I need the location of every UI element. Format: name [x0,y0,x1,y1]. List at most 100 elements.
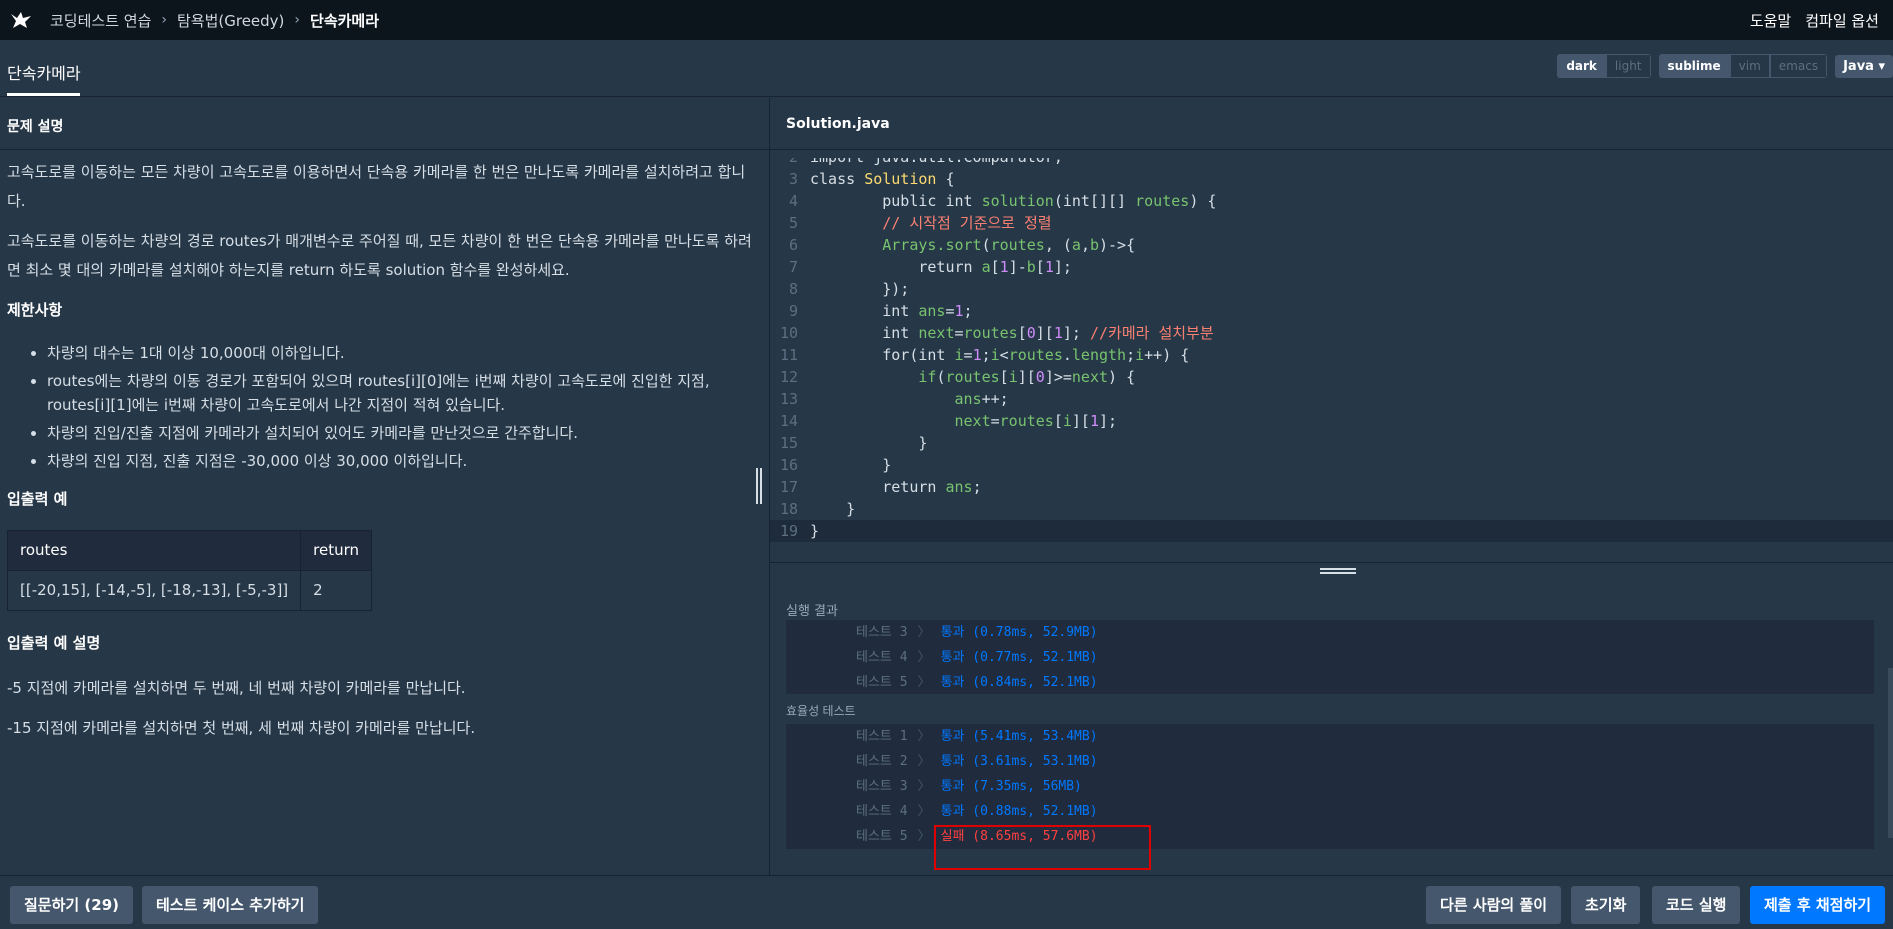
chevron-right-icon: 〉 [917,729,931,744]
theme-toggle: dark light [1557,54,1651,78]
line-number: 11 [779,346,798,364]
result-label: 테스트 3 [856,779,908,794]
code-line: 14 next = routes[i][1]; [770,410,1893,432]
language-label: Java [1843,58,1874,74]
breadcrumb-item-greedy[interactable]: 탐욕법(Greedy) [177,10,284,31]
file-name: Solution.java [770,98,1893,150]
result-label: 테스트 3 [856,625,908,640]
tab-bar: 단속카메라 dark light sublime vim emacs Java … [0,40,1893,97]
reset-button[interactable]: 초기화 [1571,886,1641,924]
line-number: 17 [779,478,798,496]
code-line: 12 if(routes[i][0]>= next) { [770,366,1893,388]
language-select[interactable]: Java ▾ [1835,54,1893,78]
line-number: 16 [779,456,798,474]
code-line: 4 public int solution (int[][] routes) { [770,190,1893,212]
result-label: 테스트 2 [856,754,908,769]
keymap-emacs-option[interactable]: emacs [1769,54,1828,78]
constraint-item: 차량의 대수는 1대 이상 10,000대 이하입니다. [47,341,763,365]
result-label: 테스트 4 [856,804,908,819]
chevron-right-icon: 〉 [917,675,931,690]
editor-panel: Solution.java 2import java.util.Comparat… [770,98,1893,875]
line-number: 4 [788,192,798,210]
result-value: 통과 (0.88ms, 52.1MB) [940,804,1098,819]
logo-icon[interactable] [8,9,34,31]
compile-options-link[interactable]: 컴파일 옵션 [1805,10,1879,31]
code-line: 8 }); [770,278,1893,300]
code-line: 17 return ans; [770,476,1893,498]
breadcrumb-item-coding-test[interactable]: 코딩테스트 연습 [50,10,151,31]
code-line: 13 ans ++; [770,388,1893,410]
examples-table: routes return [[-20,15], [-14,-5], [-18,… [6,530,373,611]
result-value: 통과 (0.77ms, 52.1MB) [940,650,1098,665]
keymap-vim-option[interactable]: vim [1729,54,1770,78]
problem-paragraph-1: 고속도로를 이동하는 모든 차량이 고속도로를 이용하면서 단속용 카메라를 한… [7,163,746,210]
horizontal-splitter[interactable] [770,562,1893,563]
vertical-resize-handle-icon[interactable] [756,468,766,504]
theme-dark-option[interactable]: dark [1557,54,1606,78]
result-label: 테스트 5 [856,675,908,690]
horizontal-resize-handle-icon[interactable] [1320,568,1356,578]
run-code-button[interactable]: 코드 실행 [1652,886,1741,924]
table-row: [[-20,15], [-14,-5], [-18,-13], [-5,-3]]… [6,570,373,611]
line-number: 15 [779,434,798,452]
problem-paragraph-2: 고속도로를 이동하는 차량의 경로 routes가 매개변수로 주어질 때, 모… [7,232,752,279]
code-line: 11 for(int i = 1; i < routes. length; i ++) { [770,344,1893,366]
results-scrollbar[interactable] [1888,668,1893,838]
result-row: 테스트 1 〉 통과 (5.41ms, 53.4MB) [786,724,1874,749]
code-line-current: 19} [770,520,1893,542]
ask-question-button[interactable]: 질문하기 (29) [10,886,134,924]
result-label: 테스트 1 [856,729,908,744]
result-value: 통과 (0.84ms, 52.1MB) [940,675,1098,690]
chevron-right-icon: › [161,12,167,28]
table-header-return: return [300,530,373,571]
line-number: 9 [788,302,798,320]
result-label: 테스트 5 [856,829,908,844]
constraint-item: 차량의 진입/진출 지점에 카메라가 설치되어 있어도 카메라를 만난것으로 간… [47,421,763,445]
result-value: 통과 (7.35ms, 56MB) [940,779,1082,794]
code-line: 5 // 시작점 기준으로 정렬 [770,212,1893,234]
bottom-bar: 질문하기 (29) 테스트 케이스 추가하기 다른 사람의 풀이 초기화 코드 … [0,875,1893,929]
code-line: 9 int ans = 1; [770,300,1893,322]
help-link[interactable]: 도움말 [1750,10,1791,31]
result-row: 테스트 3 〉 통과 (7.35ms, 56MB) [786,774,1874,799]
line-number: 7 [788,258,798,276]
add-test-case-button[interactable]: 테스트 케이스 추가하기 [142,886,319,924]
failed-result-highlight [934,825,1151,870]
line-number: 19 [779,522,798,540]
line-number: 10 [779,324,798,342]
constraints-title: 제한사항 [7,301,63,319]
breadcrumb-item-current: 단속카메라 [310,11,380,30]
tab-problem[interactable]: 단속카메라 [7,40,81,97]
constraints-list: 차량의 대수는 1대 이상 10,000대 이하입니다. routes에는 차량… [7,341,763,473]
submit-button[interactable]: 제출 후 채점하기 [1750,886,1886,924]
breadcrumb: 코딩테스트 연습 › 탐욕법(Greedy) › 단속카메라 [50,10,379,31]
code-line: 2import java.util.Comparator; [770,158,1893,168]
tab-underline [7,93,80,96]
line-number: 5 [788,214,798,232]
caret-down-icon: ▾ [1878,58,1885,74]
result-row: 테스트 3 〉 통과 (0.78ms, 52.9MB) [786,620,1874,645]
table-cell-routes: [[-20,15], [-14,-5], [-18,-13], [-5,-3]] [6,570,302,611]
line-number: 14 [779,412,798,430]
line-number: 8 [788,280,798,298]
keymap-sublime-option[interactable]: sublime [1658,54,1730,78]
chevron-right-icon: 〉 [917,754,931,769]
line-number: 2 [770,158,810,168]
chevron-right-icon: 〉 [917,829,931,844]
examples-title: 입출력 예 [7,490,68,508]
line-number: 12 [779,368,798,386]
others-solutions-button[interactable]: 다른 사람의 풀이 [1426,886,1562,924]
code-line: 16 } [770,454,1893,476]
result-row: 테스트 4 〉 통과 (0.88ms, 52.1MB) [786,799,1874,824]
result-label: 테스트 4 [856,650,908,665]
theme-light-option[interactable]: light [1605,54,1651,78]
result-row: 테스트 5 〉 통과 (0.84ms, 52.1MB) [786,670,1874,695]
explain-line: -15 지점에 카메라를 설치하면 첫 번째, 세 번째 차량이 카메라를 만납… [7,719,476,737]
code-line: 7 return a[1]- b[1]; [770,256,1893,278]
chevron-right-icon: 〉 [917,779,931,794]
chevron-right-icon: 〉 [917,650,931,665]
code-line: 10 int next = routes[0][1]; //카메라 설치부분 [770,322,1893,344]
result-row: 테스트 4 〉 통과 (0.77ms, 52.1MB) [786,645,1874,670]
accuracy-results: 테스트 3 〉 통과 (0.78ms, 52.9MB) 테스트 4 〉 통과 (0.77… [786,620,1874,694]
result-value: 통과 (3.61ms, 53.1MB) [940,754,1098,769]
